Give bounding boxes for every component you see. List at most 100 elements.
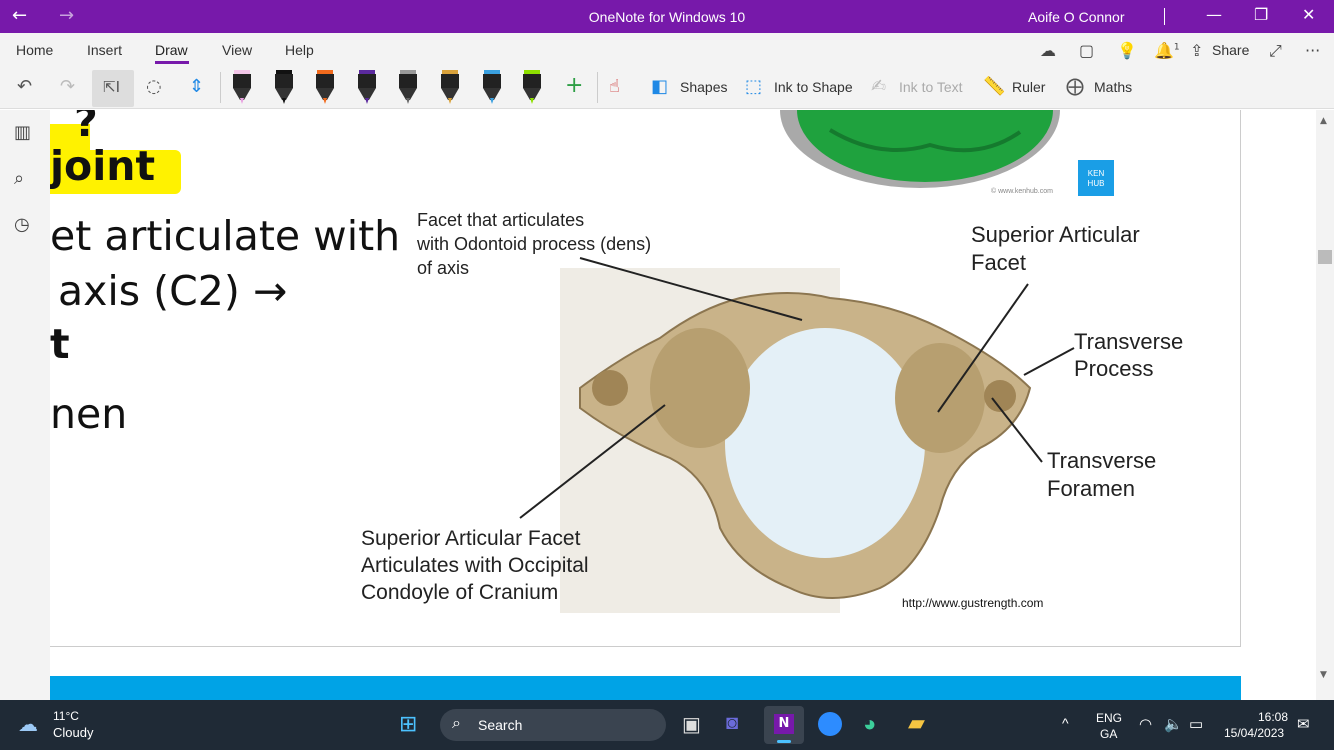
- search-placeholder: Search: [478, 717, 523, 733]
- page-canvas[interactable]: ? joint et articulate with axis (C2) → t…: [50, 110, 1316, 700]
- tab-view[interactable]: View: [222, 42, 252, 58]
- restore-button[interactable]: ❐: [1254, 5, 1268, 24]
- ruler-icon[interactable]: 📏: [983, 76, 1005, 97]
- pen-3-button[interactable]: [313, 70, 337, 104]
- toolbar-divider: [220, 72, 221, 103]
- search-icon[interactable]: ⌕: [14, 168, 24, 189]
- shapes-button[interactable]: Shapes: [680, 79, 727, 95]
- clock-time[interactable]: 16:08: [1258, 710, 1288, 724]
- notifications-icon[interactable]: ✉: [1297, 715, 1310, 733]
- onenote-icon: N: [774, 714, 794, 734]
- active-app-indicator: [777, 740, 791, 743]
- language-secondary[interactable]: GA: [1100, 727, 1117, 741]
- facet-label: Facet that articulates with Odontoid pro…: [417, 208, 651, 280]
- active-tab-underline: [155, 61, 189, 64]
- task-view-icon[interactable]: ▣: [682, 712, 701, 737]
- weather-temp[interactable]: 11°C: [53, 709, 79, 723]
- scroll-thumb[interactable]: [1318, 250, 1332, 264]
- scroll-up-icon[interactable]: ▲: [1320, 116, 1327, 126]
- title-bar: ← → OneNote for Windows 10 Aoife O Conno…: [0, 0, 1334, 33]
- fullscreen-icon[interactable]: ⤢: [1269, 41, 1282, 61]
- pen-1-button[interactable]: [230, 70, 254, 104]
- transverse-process-line1: Transverse: [1074, 329, 1184, 354]
- onenote-taskbar-button[interactable]: N: [764, 706, 804, 744]
- volume-icon[interactable]: 🔈: [1164, 715, 1183, 733]
- sync-icon[interactable]: ☁: [1040, 41, 1056, 60]
- share-button[interactable]: Share: [1212, 42, 1249, 58]
- touch-drawing-icon[interactable]: ☝: [609, 76, 620, 97]
- undo-icon[interactable]: ↶: [17, 76, 32, 97]
- bottom-label-line1: Superior Articular Facet: [361, 527, 581, 550]
- transverse-process-label: Transverse Process: [1074, 328, 1183, 382]
- windows-start-icon[interactable]: ⊞: [399, 711, 417, 737]
- pen-8-button[interactable]: [520, 70, 544, 104]
- bottom-label-line3: Condoyle of Cranium: [361, 581, 559, 604]
- ink-to-shape-icon[interactable]: ⬚: [745, 76, 762, 97]
- draw-toolbar: ↶ ↷ ⇱I ◌ ⇕ + ☝ ◧ Shapes ⬚ Ink to Shape ✍…: [0, 66, 1334, 109]
- user-name[interactable]: Aoife O Connor: [1028, 9, 1125, 25]
- ink-to-text-button[interactable]: Ink to Text: [899, 79, 963, 95]
- superior-facet-line1: Superior Articular: [971, 222, 1140, 247]
- wifi-icon[interactable]: ◠: [1139, 715, 1152, 733]
- ink-to-shape-button[interactable]: Ink to Shape: [774, 79, 853, 95]
- toolbar-divider: [597, 72, 598, 103]
- language-primary[interactable]: ENG: [1096, 711, 1122, 725]
- taskbar: ☁ 11°C Cloudy ⊞ ⌕ Search ▣ ◙ N ◕ ▰ ^ ENG…: [0, 700, 1334, 750]
- navigation-rail: ▥ ⌕ ◷: [0, 110, 50, 700]
- pen-7-button[interactable]: [480, 70, 504, 104]
- tab-draw[interactable]: Draw: [155, 42, 188, 58]
- lightbulb-icon[interactable]: 💡: [1117, 41, 1137, 60]
- next-slide-strip: [50, 676, 1241, 700]
- facet-label-line2: with Odontoid process (dens): [417, 234, 652, 254]
- share-icon[interactable]: ⇪: [1190, 41, 1203, 60]
- superior-facet-line2: Facet: [971, 250, 1027, 275]
- bottom-label-line2: Articulates with Occipital: [361, 554, 589, 577]
- maths-icon[interactable]: ⨁: [1066, 76, 1084, 97]
- clock-date[interactable]: 15/04/2023: [1224, 726, 1284, 740]
- notebook-icon[interactable]: ▢: [1079, 41, 1094, 60]
- cloud-icon: ☁: [18, 714, 38, 736]
- ink-to-text-icon[interactable]: ✍: [871, 76, 886, 97]
- transverse-process-line2: Process: [1074, 356, 1154, 381]
- superior-facet-label: Superior Articular Facet: [971, 221, 1140, 277]
- edge-icon[interactable]: ◕: [863, 711, 876, 737]
- ruler-button[interactable]: Ruler: [1012, 79, 1045, 95]
- page-content: ? joint et articulate with axis (C2) → t…: [50, 110, 1241, 647]
- title-separator: [1164, 8, 1165, 25]
- shapes-icon[interactable]: ◧: [651, 76, 668, 97]
- zoom-icon[interactable]: [818, 712, 842, 736]
- pen-2-button[interactable]: [272, 70, 296, 104]
- transverse-foramen-label: Transverse Foramen: [1047, 447, 1156, 503]
- vertical-scrollbar[interactable]: ▲ ▼: [1316, 110, 1334, 700]
- facet-label-line3: of axis: [417, 258, 470, 278]
- taskbar-search-box[interactable]: ⌕ Search: [440, 709, 666, 741]
- weather-condition[interactable]: Cloudy: [53, 725, 93, 740]
- ribbon-tabs: Home Insert Draw View Help ☁ ▢ 💡 🔔1 ⇪ Sh…: [0, 33, 1334, 66]
- file-explorer-icon[interactable]: ▰: [908, 710, 925, 736]
- tray-overflow-button[interactable]: ^: [1062, 715, 1069, 731]
- battery-icon[interactable]: ▭: [1189, 715, 1203, 733]
- redo-icon[interactable]: ↷: [60, 76, 75, 97]
- teams-chat-icon[interactable]: ◙: [726, 712, 738, 735]
- transverse-foramen-line1: Transverse: [1047, 448, 1157, 473]
- transverse-foramen-line2: Foramen: [1047, 476, 1136, 501]
- pen-5-button[interactable]: [396, 70, 420, 104]
- close-button[interactable]: ✕: [1302, 5, 1315, 24]
- tab-insert[interactable]: Insert: [87, 42, 122, 58]
- pen-4-button[interactable]: [355, 70, 379, 104]
- more-options-button[interactable]: ···: [1305, 41, 1320, 60]
- notebooks-icon[interactable]: ▥: [14, 122, 31, 143]
- bell-icon[interactable]: 🔔1: [1154, 41, 1180, 60]
- pen-6-button[interactable]: [438, 70, 462, 104]
- notification-count: 1: [1173, 42, 1180, 53]
- tab-help[interactable]: Help: [285, 42, 314, 58]
- lasso-add-icon[interactable]: ◌: [146, 76, 162, 97]
- maths-button[interactable]: Maths: [1094, 79, 1132, 95]
- minimize-button[interactable]: —: [1206, 5, 1222, 24]
- add-pen-button[interactable]: +: [565, 73, 583, 98]
- tab-home[interactable]: Home: [16, 42, 53, 58]
- insert-space-icon[interactable]: ⇕: [189, 76, 204, 97]
- bottom-facet-label: Superior Articular Facet Articulates wit…: [361, 525, 589, 606]
- scroll-down-icon[interactable]: ▼: [1320, 670, 1327, 680]
- recent-icon[interactable]: ◷: [14, 214, 30, 235]
